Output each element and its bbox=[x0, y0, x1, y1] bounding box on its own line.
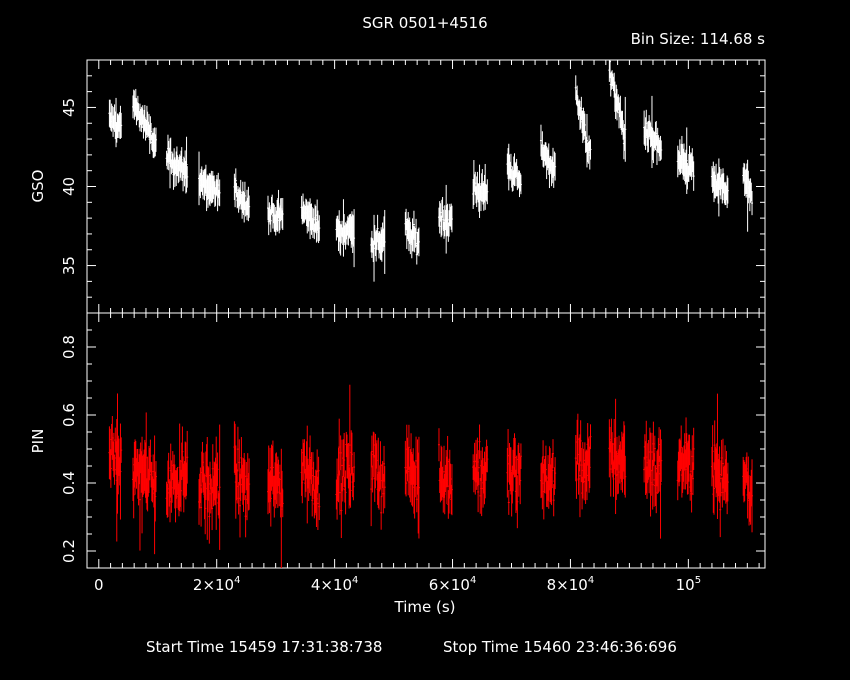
panel-frame bbox=[86, 59, 766, 314]
y-tick-label: 45 bbox=[60, 98, 78, 117]
y-tick-label: 0.6 bbox=[60, 403, 78, 427]
y-tick-label: 0.2 bbox=[60, 539, 78, 563]
gso-panel: 35 40 45 bbox=[60, 59, 766, 314]
bin-size-label: Bin Size: 114.68 s bbox=[631, 30, 766, 48]
x-tick-label: 105 bbox=[676, 575, 701, 594]
x-tick-label: 0 bbox=[94, 576, 104, 594]
y-tick-label: 40 bbox=[60, 177, 78, 196]
stop-time-label: Stop Time 15460 23:46:36:696 bbox=[443, 638, 677, 656]
lightcurve-plot: SGR 0501+4516 Bin Size: 114.68 s 354045 … bbox=[29, 14, 766, 656]
pin-axis-label: PIN bbox=[29, 429, 47, 454]
x-tick-label: 4×104 bbox=[311, 575, 359, 594]
x-tick-label: 8×104 bbox=[547, 575, 595, 594]
start-time-label: Start Time 15459 17:31:38:738 bbox=[146, 638, 382, 656]
chart-title: SGR 0501+4516 bbox=[362, 14, 487, 32]
x-tick-label: 6×104 bbox=[429, 575, 477, 594]
x-tick-label: 2×104 bbox=[193, 575, 241, 594]
y-tick-label: 35 bbox=[60, 256, 78, 275]
panel-frame bbox=[86, 312, 766, 569]
gso-axis-label: GSO bbox=[29, 170, 47, 203]
series-points bbox=[108, 384, 754, 568]
y-tick-label: 0.8 bbox=[60, 335, 78, 359]
series-points bbox=[108, 60, 754, 282]
y-tick-label: 0.4 bbox=[60, 471, 78, 495]
x-axis-label: Time (s) bbox=[394, 598, 456, 616]
pin-panel: 0.2 0.4 0.6 0.8 0 2×104 4×104 6×104 8×104 105 bbox=[60, 312, 766, 594]
